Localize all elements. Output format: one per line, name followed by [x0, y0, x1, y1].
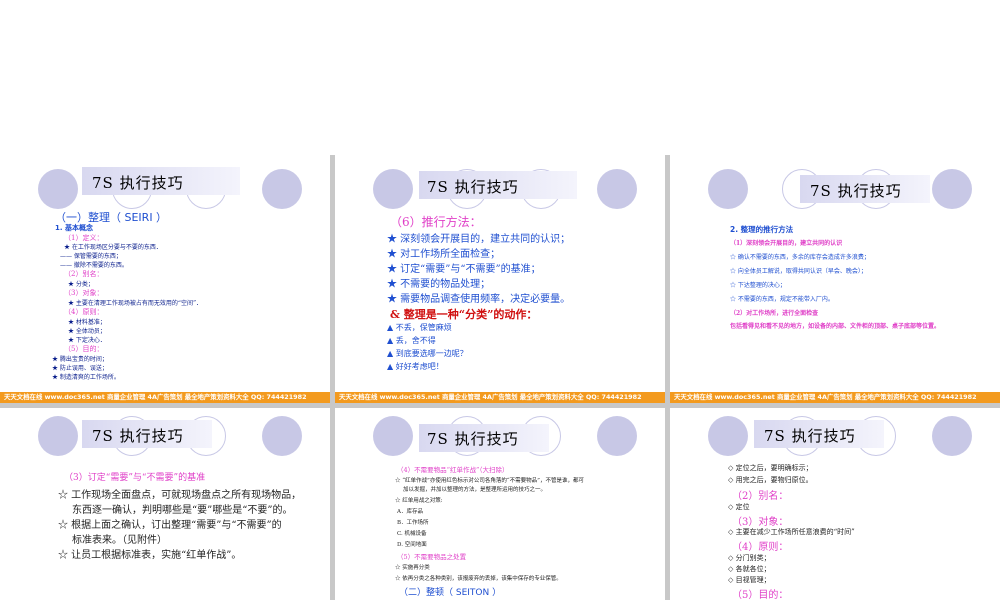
text-line: —— 保管需要的东西； [60, 253, 122, 260]
decor-circle [373, 169, 413, 209]
text-line: ☆ 实施再分类 [395, 565, 430, 571]
text-line: 东西逐一确认，判明哪些是“要”哪些是“不要”的。 [72, 505, 293, 516]
text-line: —— 撤除不需要的东西。 [60, 262, 128, 269]
text-line: ☆ 根据上面之确认，订出整理“需要”与“不需要”的 [58, 520, 282, 531]
action-item: ▲ 好好考虑吧！ [387, 362, 444, 371]
text-line: ◇ 各就各位； [728, 565, 771, 573]
method-item: ★ 对工作场所全面检查； [387, 249, 501, 260]
decor-circle [708, 169, 748, 209]
text-line: ★ 分类； [68, 281, 94, 288]
text-line: ☆ 工作现场全面盘点，可就现场盘点之所有现场物品， [58, 490, 302, 501]
text-line: ◇ 主要在减少工作场所任意浪费的“时间” [728, 528, 855, 536]
emphasis-line: & 整理是一种“分类”的动作： [390, 308, 538, 321]
text-line: ☆ “红单作战”亦使用红色标示对公司各角落的“不需要物品”，不管是谁，都可 [395, 478, 584, 484]
text-line: 加以发掘，并加以整理的方法，是整理所运用的技巧之一。 [403, 487, 547, 493]
text-line: B．工作场所 [397, 520, 429, 526]
decor-circle [38, 416, 78, 456]
decor-circle [597, 416, 637, 456]
decor-circle [932, 169, 972, 209]
sub-heading: 1. 基本概念 [55, 224, 93, 232]
section-heading: （5）不需要物品之处置 [397, 553, 467, 561]
text-line: ☆ 红单用战之对策: [395, 498, 443, 504]
slide-title: 7S 执行技巧 [764, 427, 856, 445]
slide-title: 7S 执行技巧 [427, 430, 519, 448]
section-heading: （6）推行方法： [390, 215, 482, 229]
section-heading: （2）别名： [732, 491, 789, 502]
slide-title: 7S 执行技巧 [810, 182, 902, 200]
section-heading: （3）订定“需要”与“不需要”的基准 [64, 473, 206, 483]
decor-circle [373, 416, 413, 456]
text-line: （2）对工作场所，进行全面检查 [730, 310, 819, 317]
slide-footer: 天天文档在线 www.doc365.net 商量企业管理 4A广告策划 最全地产… [335, 392, 665, 403]
method-item: ★ 订定“需要”与“不需要”的基准； [387, 264, 541, 275]
section-heading: （5）目的： [732, 590, 789, 600]
decor-circle [597, 169, 637, 209]
text-line: ◇ 用完之后，要物归原位。 [728, 476, 813, 484]
slide-2: 7S 执行技巧 （6）推行方法： ★ 深刻领会开展目的，建立共同的认识； ★ 对… [335, 155, 665, 403]
slide-footer: 天天文档在线 www.doc365.net 商量企业管理 4A广告策划 最全地产… [670, 392, 1000, 403]
section-heading: （3）对象： [732, 517, 789, 528]
slide-footer: 天天文档在线 www.doc365.net 商量企业管理 4A广告策划 最全地产… [0, 392, 330, 403]
text-line: ★ 防止误用、误送； [52, 365, 108, 372]
decor-circle [262, 416, 302, 456]
text-line: ★ 材料基准； [68, 319, 106, 326]
text-line: 包括看得见和看不见的地方，如设备的内部、文件柜的顶部、桌子底部等位置。 [730, 323, 941, 330]
text-line: ◇ 目视管理； [728, 576, 771, 584]
text-line: ☆ 依再分类之各种类别，该报废弃的丢掉，该集中保存的专业保管。 [395, 576, 562, 582]
slide-title: 7S 执行技巧 [92, 174, 184, 192]
section-heading: 2. 整理的推行方法 [730, 225, 794, 234]
text-line: （2）别名： [64, 270, 104, 278]
slide-6: 7S 执行技巧 ◇ 定位之后，要明确标示； ◇ 用完之后，要物归原位。 （2）别… [670, 408, 1000, 600]
method-item: ★ 不需要的物品处理； [387, 279, 491, 290]
section-heading: （二）整顿（ SEITON ） [399, 588, 502, 598]
text-line: A．库存品 [397, 509, 423, 515]
slide-title: 7S 执行技巧 [427, 178, 519, 196]
text-line: D. 空间地面 [397, 542, 427, 548]
decor-circle [932, 416, 972, 456]
slide-5: 7S 执行技巧 （4）不需要物品“红单作战”（大扫除） ☆ “红单作战”亦使用红… [335, 408, 665, 600]
text-line: ◇ 定位之后，要明确标示； [728, 464, 813, 472]
text-line: ◇ 分门别类； [728, 554, 771, 562]
text-line: （1）深刻领会开展目的，建立共同的认识 [730, 240, 843, 247]
section-heading: （4）原则： [732, 542, 789, 553]
text-line: ★ 下定决心． [68, 337, 106, 344]
decor-circle [38, 169, 78, 209]
method-item: ★ 深刻领会开展目的，建立共同的认识； [387, 234, 571, 245]
decor-circle [262, 169, 302, 209]
text-line: （4）原则： [64, 308, 104, 316]
slide-title: 7S 执行技巧 [92, 427, 184, 445]
action-item: ▲ 到底要选哪一边呢？ [387, 349, 468, 358]
action-item: ▲ 不丢，保管麻烦 [387, 323, 452, 332]
method-item: ★ 需要物品调查使用频率，决定必要量。 [387, 294, 571, 305]
text-line: ☆ 向全体员工解说，取得共同认识（早会、晚会）； [730, 268, 867, 275]
text-line: C. 机械设备 [397, 531, 427, 537]
decor-circle [708, 416, 748, 456]
text-line: ☆ 下达整理的决心； [730, 282, 786, 289]
text-line: ★ 在工作现场区分要与不要的东西． [64, 244, 162, 251]
slide-3: 7S 执行技巧 2. 整理的推行方法 （1）深刻领会开展目的，建立共同的认识 ☆… [670, 155, 1000, 403]
text-line: （5）目的： [64, 345, 104, 353]
action-item: ▲ 丢，舍不得 [387, 336, 436, 345]
text-line: ☆ 确认不需要的东西，多余的库存会造成许多浪费； [730, 254, 870, 261]
text-line: （3）对象： [64, 289, 104, 297]
text-line: ★ 腾出宝贵的时间； [52, 356, 108, 363]
text-line: ☆ 让员工根据标准表，实施“红单作战”。 [58, 550, 242, 561]
slide-4: 7S 执行技巧 （3）订定“需要”与“不需要”的基准 ☆ 工作现场全面盘点，可就… [0, 408, 330, 600]
text-line: ★ 制造清爽的工作场所。 [52, 374, 120, 381]
text-line: 标准表来。（见附件） [72, 535, 167, 546]
text-line: ★ 主要在清理工作现场被占有而无效用的“空间”． [68, 300, 203, 307]
text-line: ◇ 定位 [728, 503, 750, 511]
text-line: ☆ 不需要的东西，规定不能带入厂内。 [730, 296, 834, 303]
text-line: ★ 全体动员； [68, 328, 106, 335]
slide-1: 7S 执行技巧 （一）整理（ SEIRI ） 1. 基本概念 （1）定义： ★ … [0, 155, 330, 403]
section-heading: （4）不需要物品“红单作战”（大扫除） [397, 466, 509, 474]
